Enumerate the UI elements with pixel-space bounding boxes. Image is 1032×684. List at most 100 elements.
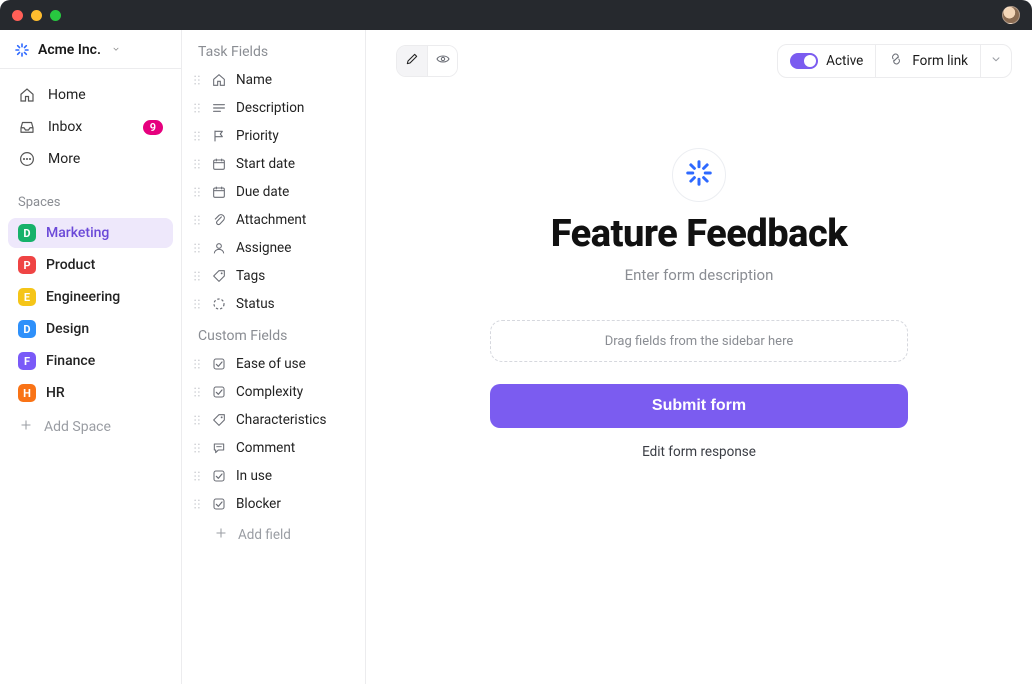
task-field-attachment[interactable]: Attachment: [188, 206, 359, 234]
chevron-down-icon: [989, 52, 1003, 70]
drag-handle-icon[interactable]: [192, 413, 202, 427]
custom-field-in-use[interactable]: In use: [188, 462, 359, 490]
nav-home[interactable]: Home: [8, 79, 173, 111]
nav-more[interactable]: More: [8, 143, 173, 175]
custom-field-ease-of-use[interactable]: Ease of use: [188, 350, 359, 378]
form-settings-more[interactable]: [980, 45, 1011, 77]
field-label: Ease of use: [236, 356, 306, 372]
drag-handle-icon[interactable]: [192, 469, 202, 483]
field-label: Status: [236, 296, 275, 312]
inbox-badge: 9: [143, 120, 163, 135]
task-field-name[interactable]: Name: [188, 66, 359, 94]
drag-handle-icon[interactable]: [192, 101, 202, 115]
drag-handle-icon[interactable]: [192, 157, 202, 171]
window-minimize-icon[interactable]: [31, 10, 42, 21]
comment-icon: [210, 439, 228, 457]
edit-form-response-link[interactable]: Edit form response: [642, 444, 756, 460]
form-settings-group: Active Form link: [777, 44, 1012, 78]
field-label: Description: [236, 100, 304, 116]
custom-field-characteristics[interactable]: Characteristics: [188, 406, 359, 434]
custom-field-comment[interactable]: Comment: [188, 434, 359, 462]
form-title[interactable]: Feature Feedback: [551, 212, 848, 256]
form-logo[interactable]: [672, 148, 726, 202]
space-item-engineering[interactable]: EEngineering: [8, 282, 173, 312]
space-label: Product: [46, 257, 95, 273]
task-field-priority[interactable]: Priority: [188, 122, 359, 150]
workspace-switcher[interactable]: Acme Inc.: [0, 30, 181, 69]
form-link-button[interactable]: Form link: [875, 45, 980, 77]
drag-handle-icon[interactable]: [192, 241, 202, 255]
nav-label: More: [48, 151, 80, 167]
preview-mode-button[interactable]: [427, 46, 457, 76]
field-label: Start date: [236, 156, 295, 172]
space-item-design[interactable]: DDesign: [8, 314, 173, 344]
drag-handle-icon[interactable]: [192, 269, 202, 283]
nav-label: Home: [48, 87, 86, 103]
toolbar: Active Form link: [366, 30, 1032, 78]
drag-handle-icon[interactable]: [192, 297, 202, 311]
space-item-hr[interactable]: H HR: [8, 378, 173, 408]
tag-icon: [210, 267, 228, 285]
custom-field-blocker[interactable]: Blocker: [188, 490, 359, 518]
task-field-assignee[interactable]: Assignee: [188, 234, 359, 262]
edit-mode-button[interactable]: [397, 46, 427, 76]
flag-icon: [210, 127, 228, 145]
window-close-icon[interactable]: [12, 10, 23, 21]
window-zoom-icon[interactable]: [50, 10, 61, 21]
drag-handle-icon[interactable]: [192, 129, 202, 143]
space-item-finance[interactable]: F Finance: [8, 346, 173, 376]
add-space-label: Add Space: [44, 419, 111, 435]
submit-form-button[interactable]: Submit form: [490, 384, 908, 428]
field-label: In use: [236, 468, 272, 484]
active-toggle[interactable]: Active: [778, 45, 875, 77]
add-space-button[interactable]: Add Space: [0, 410, 181, 444]
space-label: Engineering: [46, 289, 120, 305]
custom-field-complexity[interactable]: Complexity: [188, 378, 359, 406]
add-field-button[interactable]: Add field: [188, 518, 359, 552]
task-field-status[interactable]: Status: [188, 290, 359, 318]
nav-label: Inbox: [48, 119, 82, 135]
active-label: Active: [826, 53, 863, 69]
drag-handle-icon[interactable]: [192, 441, 202, 455]
link-icon: [888, 51, 904, 71]
field-label: Name: [236, 72, 272, 88]
main: Active Form link Feature Feedback Enter …: [366, 30, 1032, 684]
custom-fields-header: Custom Fields: [188, 328, 359, 350]
eye-icon: [435, 51, 451, 71]
window-titlebar: [0, 0, 1032, 30]
task-field-tags[interactable]: Tags: [188, 262, 359, 290]
dashed-circle-icon: [210, 295, 228, 313]
fields-dropzone[interactable]: Drag fields from the sidebar here: [490, 320, 908, 362]
form-description-placeholder[interactable]: Enter form description: [625, 266, 774, 284]
field-label: Blocker: [236, 496, 281, 512]
user-icon: [210, 239, 228, 257]
drag-handle-icon[interactable]: [192, 357, 202, 371]
task-field-description[interactable]: Description: [188, 94, 359, 122]
space-label: Marketing: [46, 225, 109, 241]
home-icon: [18, 86, 36, 104]
field-label: Comment: [236, 440, 295, 456]
space-item-product[interactable]: PProduct: [8, 250, 173, 280]
nav-inbox[interactable]: Inbox 9: [8, 111, 173, 143]
space-letter-icon: D: [18, 320, 36, 338]
avatar[interactable]: [1002, 6, 1020, 24]
pencil-icon: [404, 51, 420, 71]
drag-handle-icon[interactable]: [192, 213, 202, 227]
space-letter-icon: H: [18, 384, 36, 402]
checkbox-icon: [210, 467, 228, 485]
calendar-icon: [210, 155, 228, 173]
field-label: Attachment: [236, 212, 306, 228]
space-label: Finance: [46, 353, 95, 369]
drag-handle-icon[interactable]: [192, 497, 202, 511]
calendar-icon: [210, 183, 228, 201]
task-field-due-date[interactable]: Due date: [188, 178, 359, 206]
sidebar: Acme Inc. Home Inbox 9 More Spaces DMark…: [0, 30, 182, 684]
burst-icon: [684, 158, 714, 192]
space-label: HR: [46, 385, 65, 401]
space-item-marketing[interactable]: DMarketing: [8, 218, 173, 248]
space-letter-icon: F: [18, 352, 36, 370]
drag-handle-icon[interactable]: [192, 385, 202, 399]
task-field-start-date[interactable]: Start date: [188, 150, 359, 178]
drag-handle-icon[interactable]: [192, 185, 202, 199]
drag-handle-icon[interactable]: [192, 73, 202, 87]
